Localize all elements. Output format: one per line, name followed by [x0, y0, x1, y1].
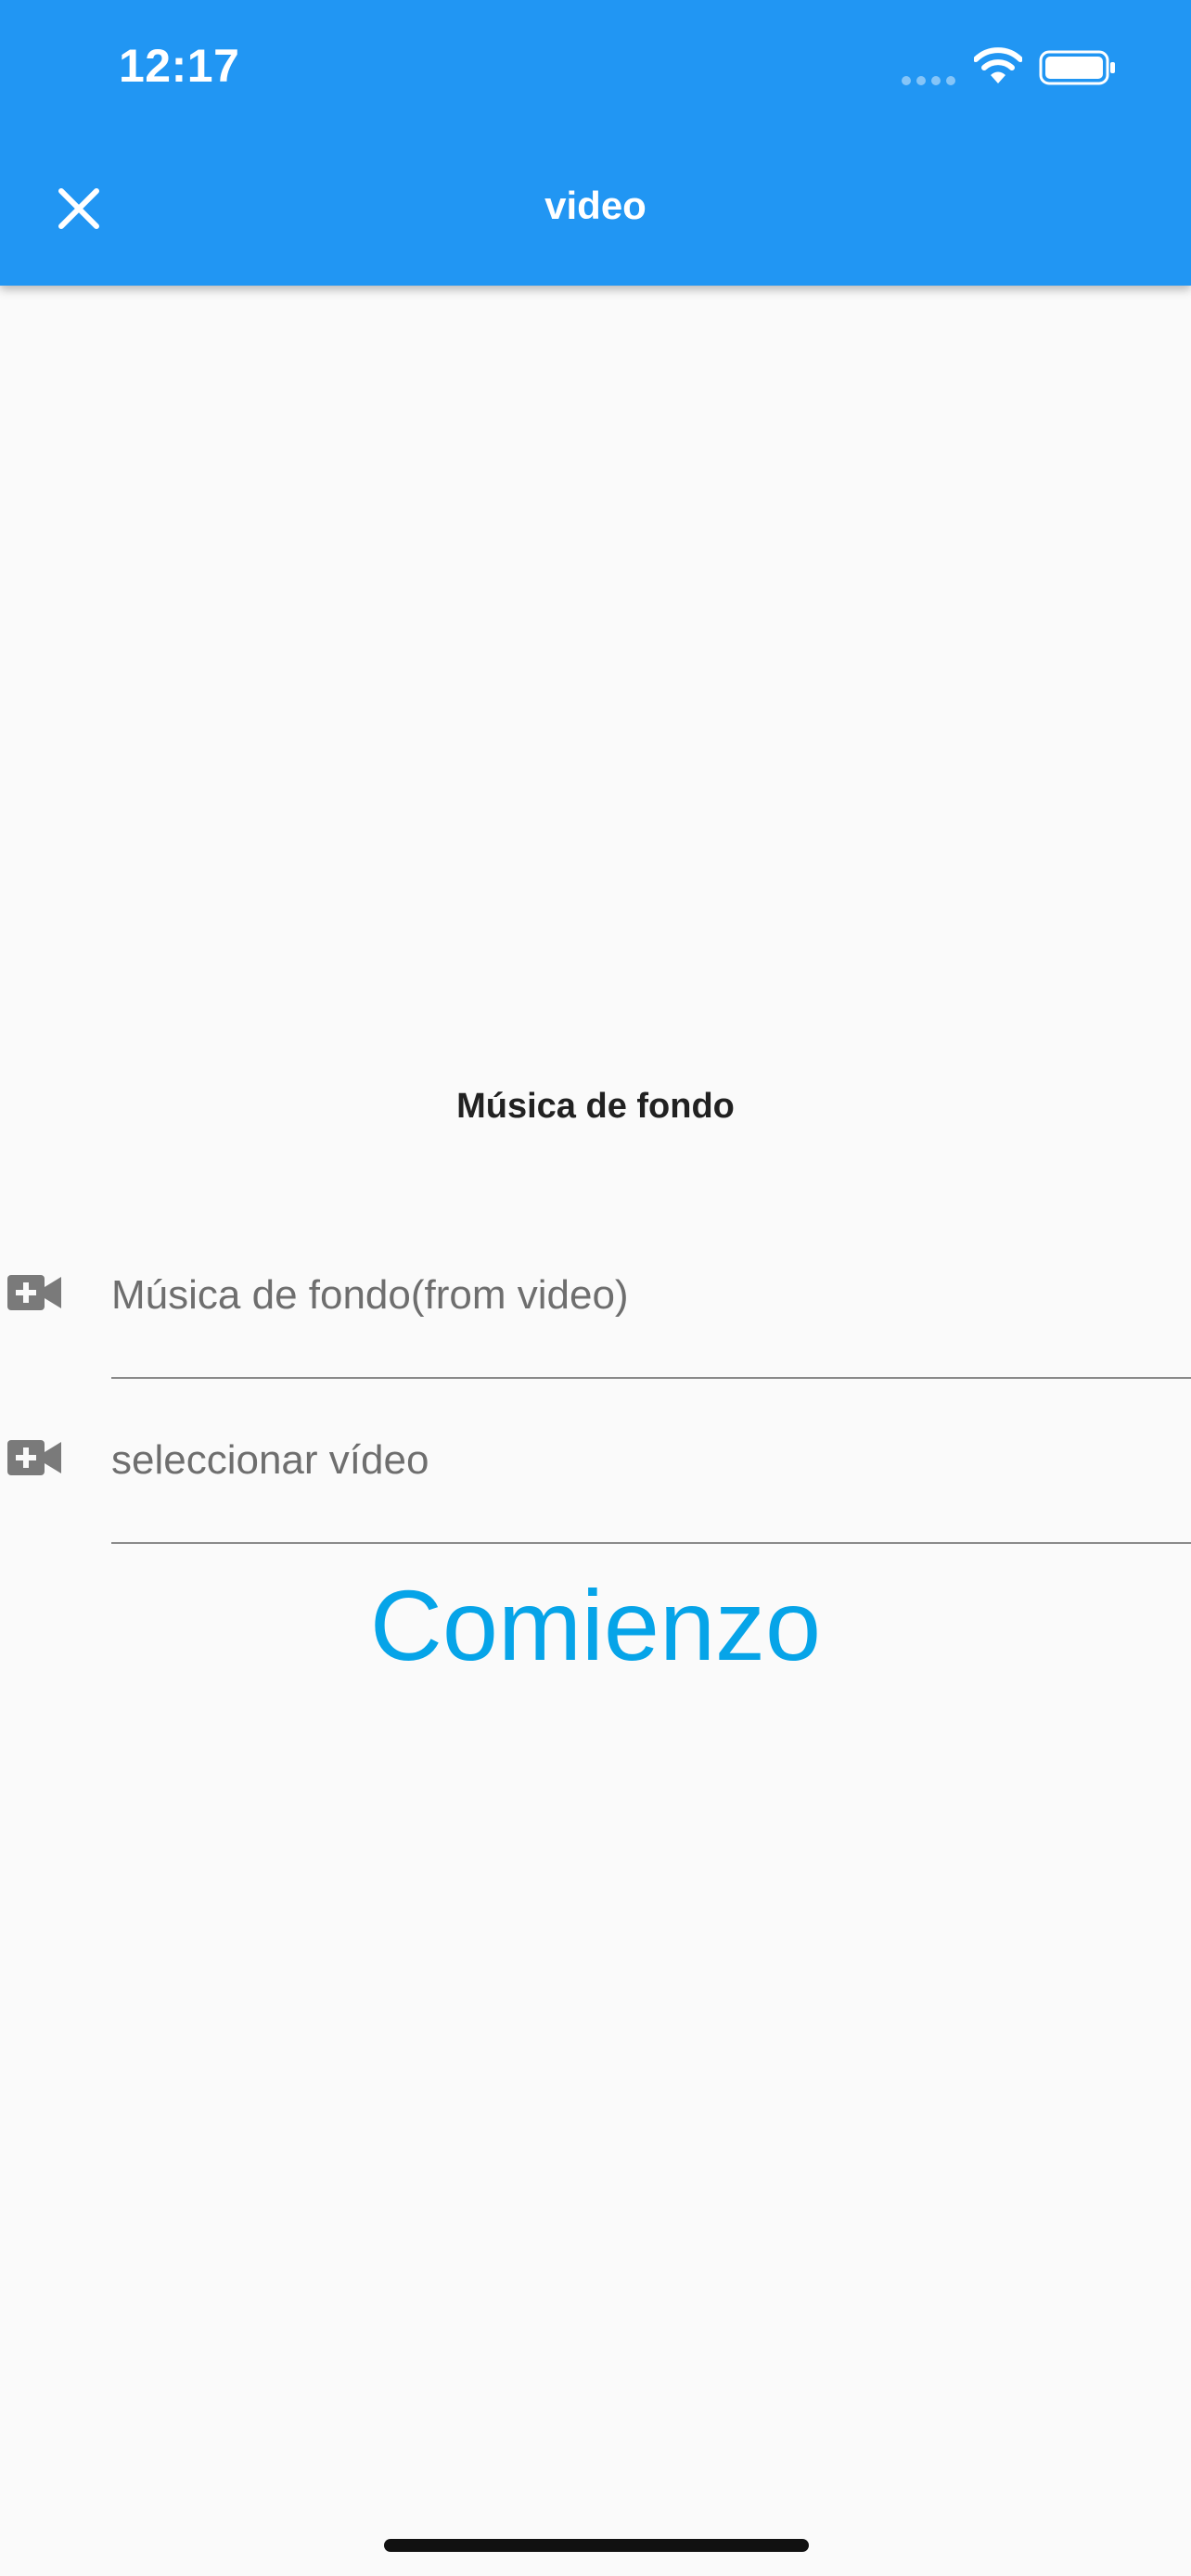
select-video-field[interactable]: seleccionar vídeo: [0, 1380, 1191, 1545]
background-music-field-placeholder: Música de fondo(from video): [111, 1272, 629, 1318]
video-add-icon: [7, 1440, 61, 1475]
app-bar: 12:17 video: [0, 0, 1191, 286]
start-button[interactable]: Comienzo: [0, 1562, 1191, 1689]
battery-icon: [1039, 50, 1115, 85]
field-underline: [111, 1377, 1191, 1379]
field-underline: [111, 1542, 1191, 1544]
video-add-icon: [7, 1275, 61, 1310]
status-time: 12:17: [119, 40, 240, 92]
page-title: video: [544, 184, 647, 227]
cellular-signal-icon: [902, 76, 957, 85]
wifi-icon: [974, 47, 1022, 83]
background-music-from-video-field[interactable]: Música de fondo(from video): [0, 1215, 1191, 1380]
select-video-field-placeholder: seleccionar vídeo: [111, 1437, 429, 1483]
section-title: Música de fondo: [456, 1087, 735, 1126]
home-indicator: [384, 2539, 809, 2552]
